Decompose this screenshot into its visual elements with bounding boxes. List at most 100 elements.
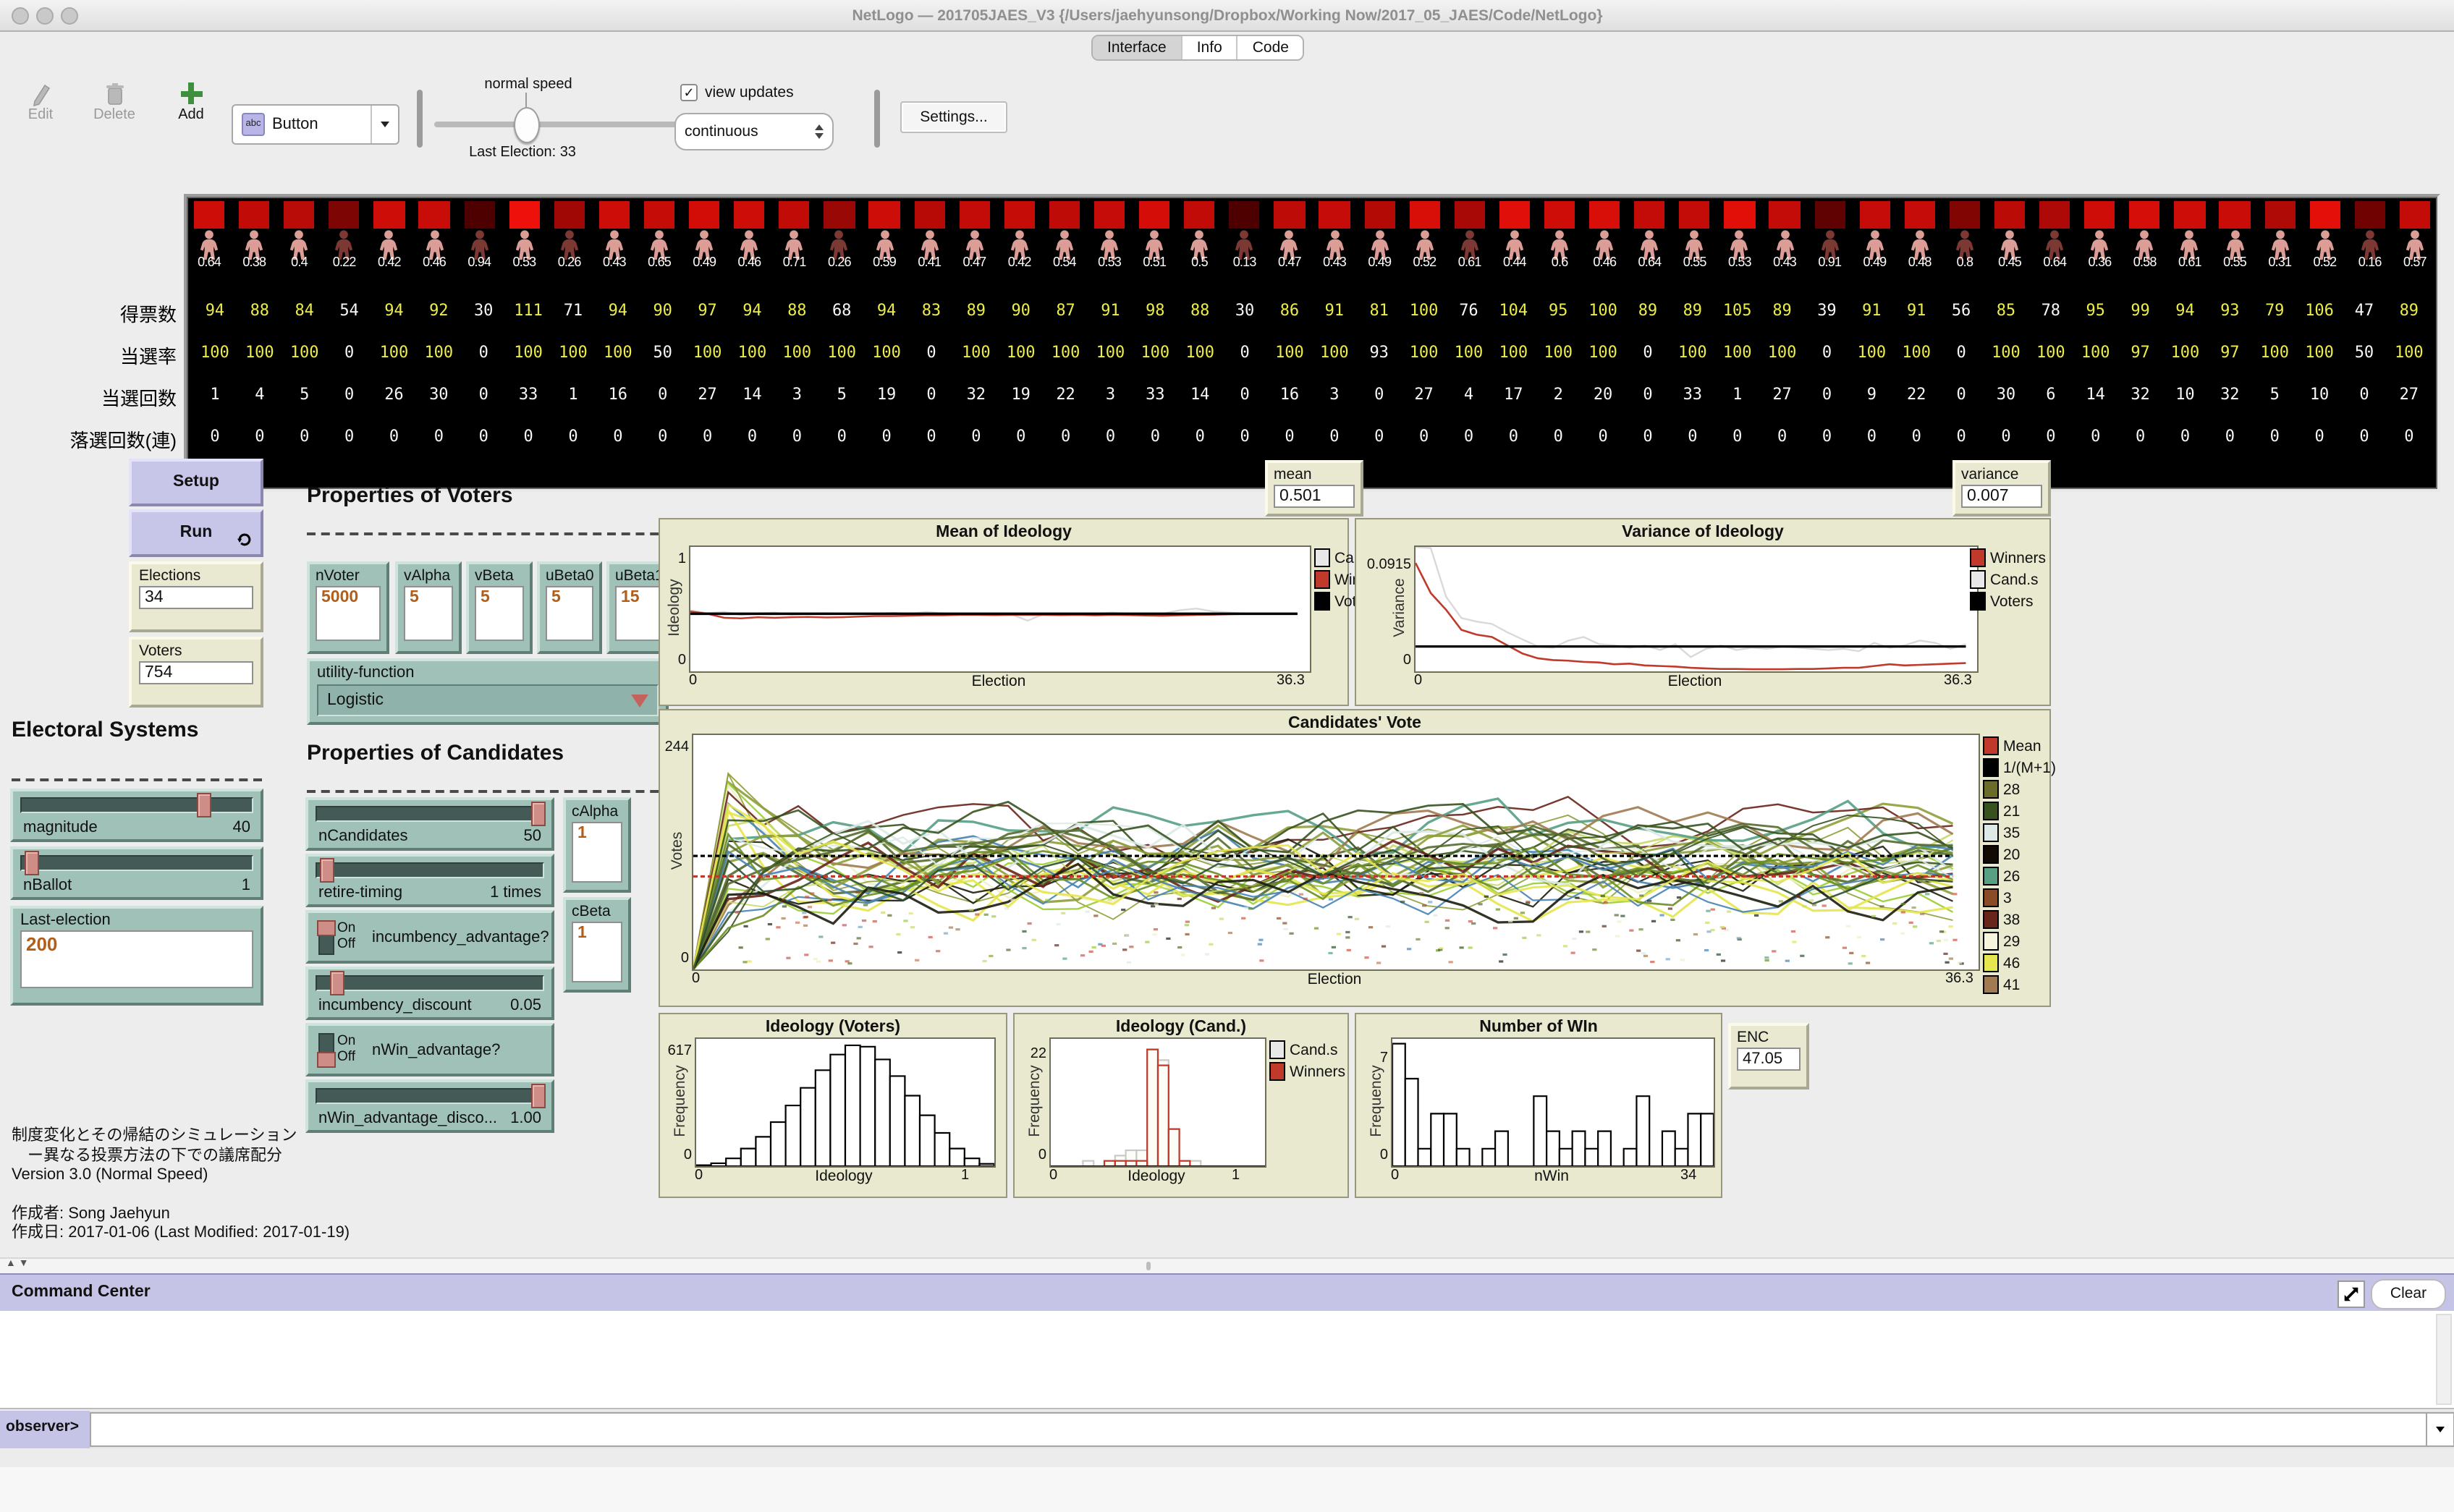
ncandidates-slider-handle[interactable] [531,802,546,826]
view-number-cell: 91 [1088,301,1133,320]
view-updates-control[interactable]: ✓ view updates [680,84,794,101]
calpha-input[interactable]: cAlpha 1 [563,797,631,893]
history-dropdown-button[interactable] [2427,1412,2454,1447]
view-number-cell: 100 [1760,343,1805,362]
nballot-label: nBallot [23,877,72,894]
nwin-advantage-handle[interactable] [317,1052,336,1068]
ubeta0-value[interactable]: 5 [546,586,593,641]
legend-swatch-icon [1983,932,1999,951]
legend-item: Voters [1970,590,2046,612]
tab-info[interactable]: Info [1182,36,1238,59]
plot-title: Ideology (Cand.) [1015,1019,1347,1036]
retire-timing-slider-handle[interactable] [319,858,334,883]
nwin-discount-slider[interactable]: nWin_advantage_disco...1.00 [305,1079,554,1133]
cbeta-value[interactable]: 1 [572,922,622,982]
vbeta-value[interactable]: 5 [475,586,524,641]
valpha-input[interactable]: vAlpha5 [395,561,462,654]
delete-button[interactable]: Delete [87,81,142,123]
legend-label: 38 [2003,911,2020,928]
observer-prompt[interactable]: observer> [0,1411,90,1448]
magnitude-slider-handle[interactable] [197,793,211,817]
candidate-patch [1634,201,1664,229]
add-button[interactable]: Add [168,81,214,123]
magnitude-slider[interactable]: magnitude40 [10,789,263,842]
last-election-input[interactable]: Last-election 200 [10,906,263,1006]
settings-button[interactable]: Settings... [900,101,1007,133]
view-number-cell: 19 [864,385,909,404]
nwin-discount-handle[interactable] [531,1084,546,1108]
candidate-patch [2264,201,2295,229]
candidate-patch [1769,201,1800,229]
detach-button[interactable] [2337,1280,2365,1308]
view-number-cell: 83 [909,301,954,320]
candidate-ideology-value: 0.55 [2212,255,2257,269]
calpha-value[interactable]: 1 [572,822,622,883]
incumbency-advantage-handle[interactable] [317,920,336,936]
splitter-grip[interactable] [1146,1261,1151,1270]
view-number-cell: 0 [1491,427,1536,446]
plot-legend: WinnersCand.sVoters [1970,547,2046,612]
candidate-patch [1950,201,1980,229]
view-number-cell: 0 [372,427,417,446]
nballot-slider-handle[interactable] [24,851,38,875]
view-number-cell: 100 [1670,343,1715,362]
candidate-patch [2220,201,2250,229]
view-number-cell: 0 [551,427,596,446]
speed-slider-thumb[interactable] [514,107,540,143]
view-number-cell: 100 [596,343,640,362]
widget-type-chooser[interactable]: abc Button [232,104,399,145]
incumbency-advantage-switch[interactable]: OnOff incumbency_advantage? [305,910,554,964]
diagonal-arrows-icon [2342,1285,2361,1304]
setup-button[interactable]: Setup [129,459,263,506]
clear-button[interactable]: Clear [2371,1279,2446,1309]
tab-code[interactable]: Code [1238,36,1303,59]
nwin-advantage-switch[interactable]: OnOff nWin_advantage? [305,1023,554,1076]
enc-value: 47.05 [1737,1048,1801,1071]
command-center-output[interactable] [0,1311,2454,1409]
candidate-ideology-value: 0.64 [1627,255,1672,269]
incumbency-discount-handle[interactable] [331,971,345,995]
view-number-cell: 0 [461,343,506,362]
edit-button[interactable]: Edit [17,81,64,123]
plot-canvas [1049,1037,1266,1168]
output-scrollbar[interactable] [2436,1314,2452,1405]
variance-label: variance [1955,463,2048,483]
vbeta-input[interactable]: vBeta5 [466,561,533,654]
view-number-cell: 22 [1894,385,1939,404]
candidate-patch [2400,201,2430,229]
view-number-cell: 100 [372,343,417,362]
view-number-cell: 0 [192,427,237,446]
view-number-cell: 30 [1222,301,1267,320]
utility-function-value-box[interactable]: Logistic [317,684,659,716]
view-number-cell: 100 [2297,343,2342,362]
splitter[interactable]: ▲ ▼ [0,1257,2454,1275]
nvoter-input[interactable]: nVoter5000 [307,561,389,654]
ncandidates-slider[interactable]: nCandidates50 [305,797,554,851]
valpha-value[interactable]: 5 [404,586,453,641]
incumbency-advantage-label: incumbency_advantage? [372,929,549,946]
candidate-ideology-value: 0.64 [187,255,232,269]
tab-interface[interactable]: Interface [1093,36,1182,59]
chooser-triangle-icon [631,694,648,707]
vbeta-label: vBeta [469,564,530,585]
run-button[interactable]: Run [129,509,263,557]
update-mode-select[interactable]: continuous [674,113,834,150]
ubeta0-input[interactable]: uBeta05 [537,561,602,654]
view-number-cell: 95 [2073,301,2118,320]
candidate-ideology-value: 0.38 [232,255,276,269]
last-election-input-value[interactable]: 200 [20,930,253,988]
view-updates-checkbox[interactable]: ✓ [680,84,698,101]
candidate-ideology-value: 0.47 [1267,255,1312,269]
retire-timing-slider[interactable]: retire-timing1 times [305,854,554,907]
view-row-label: 得票数 [6,300,177,327]
nvoter-value[interactable]: 5000 [316,586,381,641]
view-number-cell: 27 [1760,385,1805,404]
splitter-arrows-icon[interactable]: ▲ ▼ [6,1259,29,1269]
cbeta-input[interactable]: cBeta 1 [563,897,631,993]
candidate-ideology-value: 0.65 [637,255,682,269]
ubeta1-value[interactable]: 15 [615,586,664,641]
command-input[interactable] [90,1412,2427,1447]
utility-function-chooser[interactable]: utility-function Logistic [307,658,669,725]
nballot-slider[interactable]: nBallot1 [10,846,263,900]
incumbency-discount-slider[interactable]: incumbency_discount0.05 [305,967,554,1020]
